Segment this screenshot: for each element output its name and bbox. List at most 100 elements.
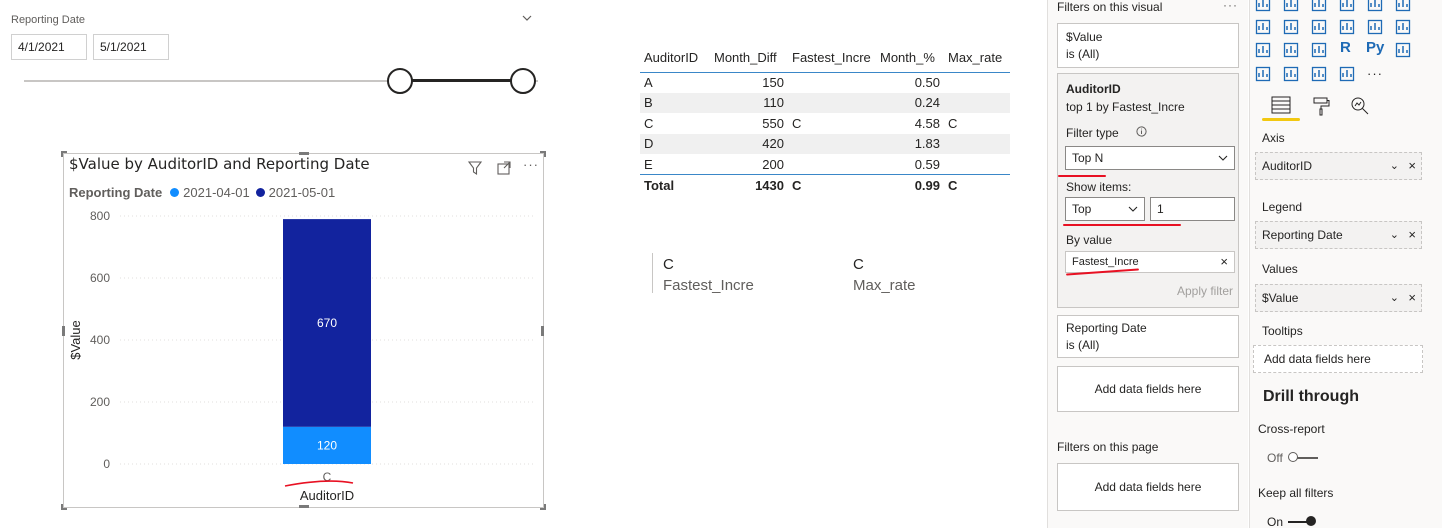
slider-start-handle[interactable]: [387, 68, 413, 94]
table-cell: [944, 133, 1010, 154]
apply-filter-button[interactable]: Apply filter: [1177, 284, 1233, 298]
table-header-row: AuditorID Month_Diff Fastest_Incre Month_% M…: [640, 46, 1010, 73]
toggle-knob[interactable]: [1288, 452, 1298, 462]
legend-title: Reporting Date: [69, 185, 163, 200]
column-header[interactable]: Month_Diff: [710, 46, 788, 73]
format-paint-roller-icon[interactable]: [1311, 96, 1331, 116]
multi-row-card-icon[interactable]: [1367, 19, 1383, 35]
scatter-visual-icon[interactable]: [1311, 0, 1327, 12]
table-cell: 110: [710, 92, 788, 113]
table-row[interactable]: B 110 0.24: [640, 92, 1010, 113]
y-tick-label: 200: [90, 395, 110, 409]
keep-filters-label: Keep all filters: [1258, 486, 1334, 500]
legend-marker: [255, 188, 265, 197]
chevron-down-icon[interactable]: [521, 12, 533, 24]
fields-tab-icon[interactable]: [1271, 96, 1291, 114]
filled-map-visual-icon[interactable]: [1283, 19, 1299, 35]
show-direction-dropdown[interactable]: Top: [1065, 197, 1145, 221]
legend-item-label[interactable]: 2021-04-01: [183, 185, 250, 200]
key-influencers-icon[interactable]: [1395, 42, 1411, 58]
column-header[interactable]: AuditorID: [640, 46, 710, 73]
filter-field-name: AuditorID: [1066, 82, 1121, 96]
resize-handle[interactable]: [299, 505, 309, 508]
field-pill-label: $Value: [1262, 291, 1299, 305]
column-header[interactable]: Max_rate: [944, 46, 1010, 73]
annotation-underline: [1058, 175, 1106, 177]
r-visual-icon[interactable]: R: [1340, 39, 1351, 56]
toggle-knob[interactable]: [1306, 516, 1316, 526]
more-visuals-icon[interactable]: ···: [1367, 66, 1383, 81]
table-cell: [944, 72, 1010, 93]
chevron-down-icon[interactable]: ⌄: [1390, 222, 1399, 248]
table-cell: 200: [762, 156, 784, 172]
funnel-visual-icon[interactable]: [1283, 0, 1299, 12]
card-value: C: [853, 256, 864, 273]
table-row[interactable]: D 420 1.83: [640, 133, 1010, 154]
focus-mode-icon[interactable]: [496, 160, 512, 176]
table-row[interactable]: A 150 0.50: [640, 72, 1010, 93]
legend-item-label[interactable]: 2021-05-01: [269, 185, 336, 200]
slicer-title: Reporting Date: [11, 14, 85, 26]
table-visual-icon[interactable]: [1283, 42, 1299, 58]
tooltips-dropzone[interactable]: Add data fields here: [1253, 345, 1423, 373]
decomposition-tree-icon[interactable]: [1255, 66, 1271, 82]
resize-handle[interactable]: [61, 151, 67, 157]
matrix-grid-icon[interactable]: [1311, 42, 1327, 58]
table-cell: [788, 133, 876, 154]
close-icon[interactable]: ×: [1408, 222, 1416, 248]
values-well-label: Values: [1262, 262, 1298, 276]
python-visual-icon[interactable]: Py: [1366, 39, 1384, 56]
info-icon[interactable]: [1136, 126, 1147, 137]
chevron-down-icon[interactable]: ⌄: [1390, 153, 1399, 179]
legend-well-field[interactable]: Reporting Date ⌄ ×: [1255, 221, 1422, 249]
kpi-visual-icon[interactable]: [1395, 19, 1411, 35]
smart-narrative-icon[interactable]: [1311, 66, 1327, 82]
show-count-input[interactable]: 1: [1150, 197, 1235, 221]
card-visual-icon[interactable]: [1339, 19, 1355, 35]
table-cell: 0.59: [914, 156, 940, 172]
filters-pane: Filters on this visual ··· $Value is (Al…: [1047, 0, 1248, 528]
treemap-visual-icon[interactable]: [1395, 0, 1411, 12]
pie-visual-icon[interactable]: [1339, 0, 1355, 12]
column-header[interactable]: Fastest_Incre: [788, 46, 876, 73]
analytics-magnifier-icon[interactable]: [1350, 96, 1370, 116]
card-label: Max_rate: [853, 277, 916, 294]
add-fields-dropzone[interactable]: Add data fields here: [1057, 366, 1239, 412]
gauge-visual-icon[interactable]: [1311, 19, 1327, 35]
value-filter-card[interactable]: $Value is (All): [1057, 23, 1239, 68]
close-icon[interactable]: ×: [1408, 153, 1416, 179]
chevron-down-icon[interactable]: ⌄: [1390, 285, 1399, 311]
table-cell: C: [644, 115, 654, 131]
filter-icon[interactable]: [467, 160, 483, 176]
axis-well-field[interactable]: AuditorID ⌄ ×: [1255, 152, 1422, 180]
page-add-fields-dropzone[interactable]: Add data fields here: [1057, 463, 1239, 511]
end-date-input[interactable]: 5/1/2021: [93, 34, 169, 60]
more-options-icon[interactable]: ···: [1223, 0, 1238, 12]
dropdown-value: Top: [1072, 202, 1092, 216]
filter-state: is (All): [1066, 338, 1100, 352]
close-icon[interactable]: ×: [1220, 252, 1228, 272]
slicer-visual-icon[interactable]: [1255, 42, 1271, 58]
filters-page-header: Filters on this page: [1057, 440, 1159, 454]
more-options-icon[interactable]: ···: [523, 157, 539, 172]
table-header-divider: [640, 72, 1010, 73]
start-date-input[interactable]: 4/1/2021: [11, 34, 87, 60]
resize-handle[interactable]: [540, 151, 546, 157]
matrix-visual-icon[interactable]: [1255, 0, 1271, 12]
column-header[interactable]: Month_%: [876, 46, 944, 73]
filter-type-dropdown[interactable]: Top N: [1065, 146, 1235, 170]
table-row[interactable]: E 200 0.59: [640, 154, 1010, 175]
map-visual-icon[interactable]: [1255, 19, 1271, 35]
values-well-field[interactable]: $Value ⌄ ×: [1255, 284, 1422, 312]
slider-end-handle[interactable]: [510, 68, 536, 94]
donut-visual-icon[interactable]: [1367, 0, 1383, 12]
table-row[interactable]: C 550 C 4.58 C: [640, 113, 1010, 134]
by-value-field[interactable]: Fastest_Incre ×: [1065, 251, 1235, 273]
power-apps-icon[interactable]: [1339, 66, 1355, 82]
qna-visual-icon[interactable]: [1283, 66, 1299, 82]
y-tick-label: 600: [90, 271, 110, 285]
table-cell: 0.24: [876, 92, 944, 113]
close-icon[interactable]: ×: [1408, 285, 1416, 311]
field-pill-label: Reporting Date: [1262, 228, 1343, 242]
date-filter-card[interactable]: Reporting Date is (All): [1057, 315, 1239, 358]
